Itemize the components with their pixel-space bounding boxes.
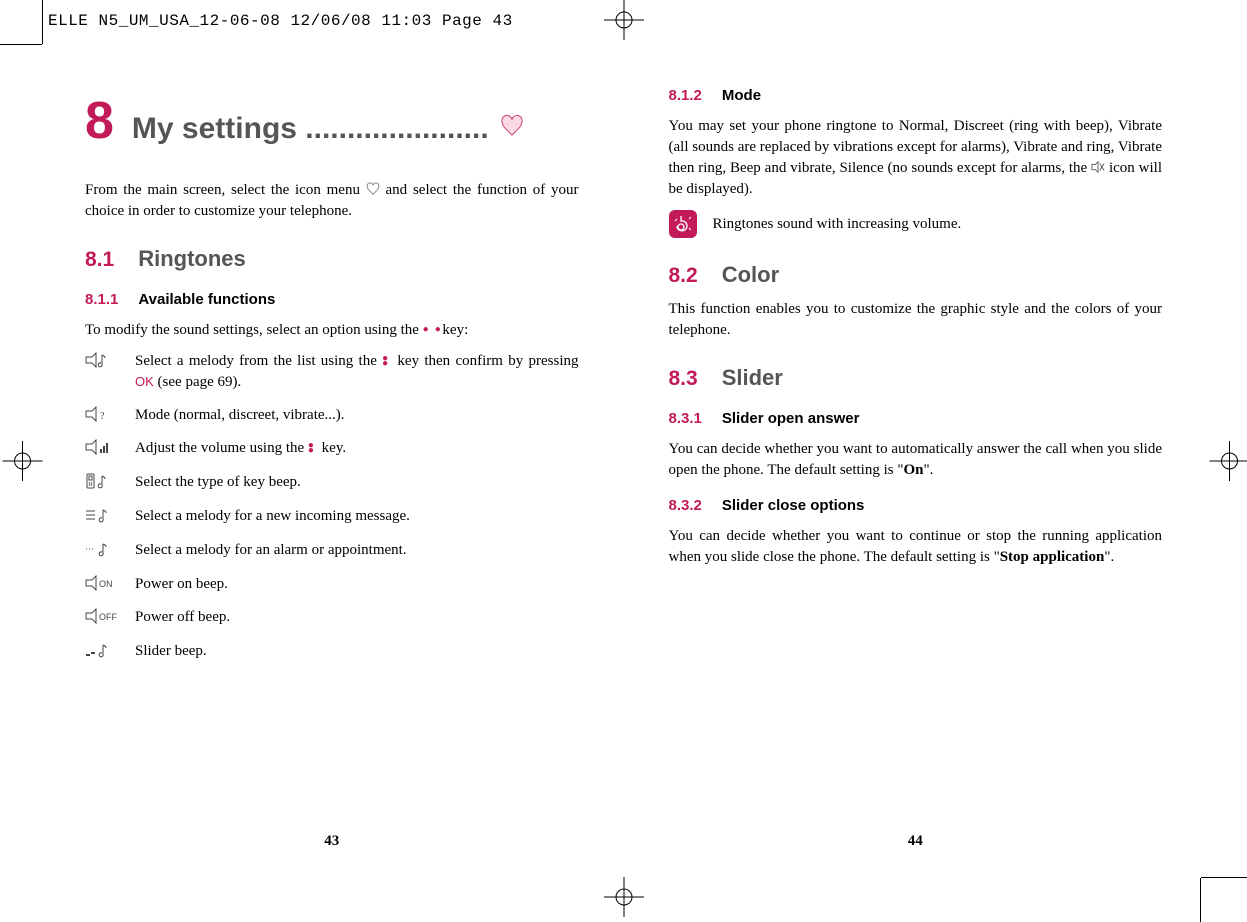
section-8.3.2-text: You can decide whether you want to conti… — [669, 526, 1163, 568]
increasing-volume-tip: Ringtones sound with increasing volume. — [669, 210, 1163, 238]
section-8.3.1-text: You can decide whether you want to autom… — [669, 439, 1163, 481]
page-43-column: 8 My settings ...................... Fro… — [85, 85, 579, 842]
intro-paragraph: From the main screen, select the icon me… — [85, 180, 579, 222]
chapter-heading: 8 My settings ...................... — [85, 85, 579, 158]
nav-ud-icon: ●● — [382, 356, 392, 366]
chapter-title: My settings ...................... — [132, 112, 489, 145]
section-8.3.2-heading: 8.3.2Slider close options — [669, 495, 1163, 516]
section-8.2-text: This function enables you to customize t… — [669, 299, 1163, 341]
slider-beep-icon — [85, 641, 121, 663]
section-8.1.2-heading: 8.1.2Mode — [669, 85, 1163, 106]
heart-icon — [498, 115, 526, 144]
list-item: Select a melody from the list using the … — [85, 351, 579, 393]
section-8.1.1-intro: To modify the sound settings, select an … — [85, 320, 579, 341]
nav-ud-icon: ●● — [308, 443, 318, 453]
list-item: Slider beep. — [85, 641, 579, 663]
page-44-column: 8.1.2Mode You may set your phone rington… — [669, 85, 1163, 842]
page-number: 44 — [669, 831, 1163, 852]
list-item: Select a melody for a new incoming messa… — [85, 506, 579, 528]
section-8.2-heading: 8.2Color — [669, 260, 1163, 291]
list-item: Select a melody for an alarm or appointm… — [85, 540, 579, 562]
poweron-icon: ON — [85, 574, 121, 596]
section-8.1-heading: 8.1Ringtones — [85, 244, 579, 275]
msg-melody-icon — [85, 506, 121, 528]
increasing-volume-icon — [669, 210, 697, 238]
registration-mark-top — [604, 0, 644, 45]
list-item: OFF Power off beep. — [85, 607, 579, 629]
poweroff-icon: OFF — [85, 607, 121, 629]
silence-icon — [1091, 160, 1105, 174]
registration-mark-bottom — [604, 877, 644, 922]
list-item: Select the type of key beep. — [85, 472, 579, 494]
keybeep-icon — [85, 472, 121, 494]
chapter-number: 8 — [85, 85, 114, 158]
svg-text:ON: ON — [99, 579, 113, 589]
svg-text:OFF: OFF — [99, 612, 117, 622]
melody-icon — [85, 351, 121, 393]
registration-mark-right — [1205, 441, 1247, 481]
alarm-melody-icon — [85, 540, 121, 562]
nav-lr-icon: ●● — [423, 323, 439, 337]
page-number: 43 — [85, 831, 579, 852]
list-item: ? Mode (normal, discreet, vibrate...). — [85, 405, 579, 427]
ok-key-label: OK — [135, 374, 154, 389]
section-8.3.1-heading: 8.3.1Slider open answer — [669, 408, 1163, 429]
prepress-header: ELLE N5_UM_USA_12-06-08 12/06/08 11:03 P… — [48, 12, 513, 30]
list-item: ON Power on beep. — [85, 574, 579, 596]
section-8.1.1-heading: 8.1.1Available functions — [85, 289, 579, 310]
list-item: Adjust the volume using the ●● key. — [85, 438, 579, 460]
registration-mark-left — [0, 441, 43, 481]
heart-small-icon — [366, 182, 380, 196]
svg-text:?: ? — [100, 411, 105, 422]
section-8.1.2-text: You may set your phone ringtone to Norma… — [669, 116, 1163, 200]
section-8.3-heading: 8.3Slider — [669, 363, 1163, 394]
mode-icon: ? — [85, 405, 121, 427]
volume-icon — [85, 438, 121, 460]
